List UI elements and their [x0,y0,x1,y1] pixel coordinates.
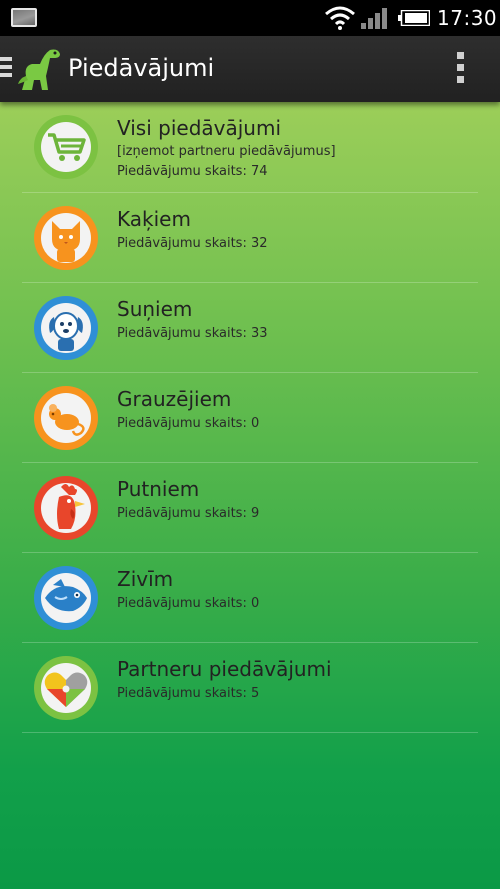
dinosaur-logo-icon[interactable] [18,46,62,92]
item-count: Piedāvājumu skaits: 32 [117,236,268,251]
shopping-cart-icon [33,114,99,180]
item-count: Piedāvājumu skaits: 0 [117,416,260,431]
dog-icon [33,295,99,361]
list-item-birds[interactable]: Putniem Piedāvājumu skaits: 9 [22,463,478,553]
puzzle-heart-icon [33,655,99,721]
item-count: Piedāvājumu skaits: 9 [117,506,260,521]
mouse-icon [33,385,99,451]
fish-icon [33,565,99,631]
list-item-rodents[interactable]: Grauzējiem Piedāvājumu skaits: 0 [22,373,478,463]
page-title: Piedāvājumi [68,54,215,82]
list-item-fish[interactable]: Zivīm Piedāvājumu skaits: 0 [22,553,478,643]
item-count: Piedāvājumu skaits: 74 [117,164,268,179]
item-title: Partneru piedāvājumi [117,657,332,681]
action-bar: Piedāvājumi [0,36,500,102]
list-item-all-offers[interactable]: Visi piedāvājumi [izņemot partneru piedā… [22,102,478,193]
battery-icon [398,10,430,26]
item-title: Kaķiem [117,207,191,231]
list-item-cats[interactable]: Kaķiem Piedāvājumu skaits: 32 [22,193,478,283]
status-time: 17:30 [437,6,498,30]
wifi-icon [325,6,355,30]
item-title: Visi piedāvājumi [117,116,282,140]
item-title: Zivīm [117,567,174,591]
gallery-icon [11,8,37,27]
item-count: Piedāvājumu skaits: 5 [117,686,260,701]
list-item-dogs[interactable]: Suņiem Piedāvājumu skaits: 33 [22,283,478,373]
rooster-icon [33,475,99,541]
list-item-partner-offers[interactable]: Partneru piedāvājumi Piedāvājumu skaits:… [22,643,478,733]
item-title: Grauzējiem [117,387,232,411]
item-count: Piedāvājumu skaits: 33 [117,326,268,341]
item-count: Piedāvājumu skaits: 0 [117,596,260,611]
status-bar: 17:30 [0,0,500,36]
item-title: Putniem [117,477,200,501]
category-list: Visi piedāvājumi [izņemot partneru piedā… [22,102,478,733]
content-area: Visi piedāvājumi [izņemot partneru piedā… [0,102,500,889]
drawer-icon[interactable] [0,57,14,81]
overflow-menu-icon[interactable] [455,52,467,86]
cat-icon [33,205,99,271]
signal-icon [361,8,387,29]
item-note: [izņemot partneru piedāvājumus] [117,144,336,159]
item-title: Suņiem [117,297,193,321]
